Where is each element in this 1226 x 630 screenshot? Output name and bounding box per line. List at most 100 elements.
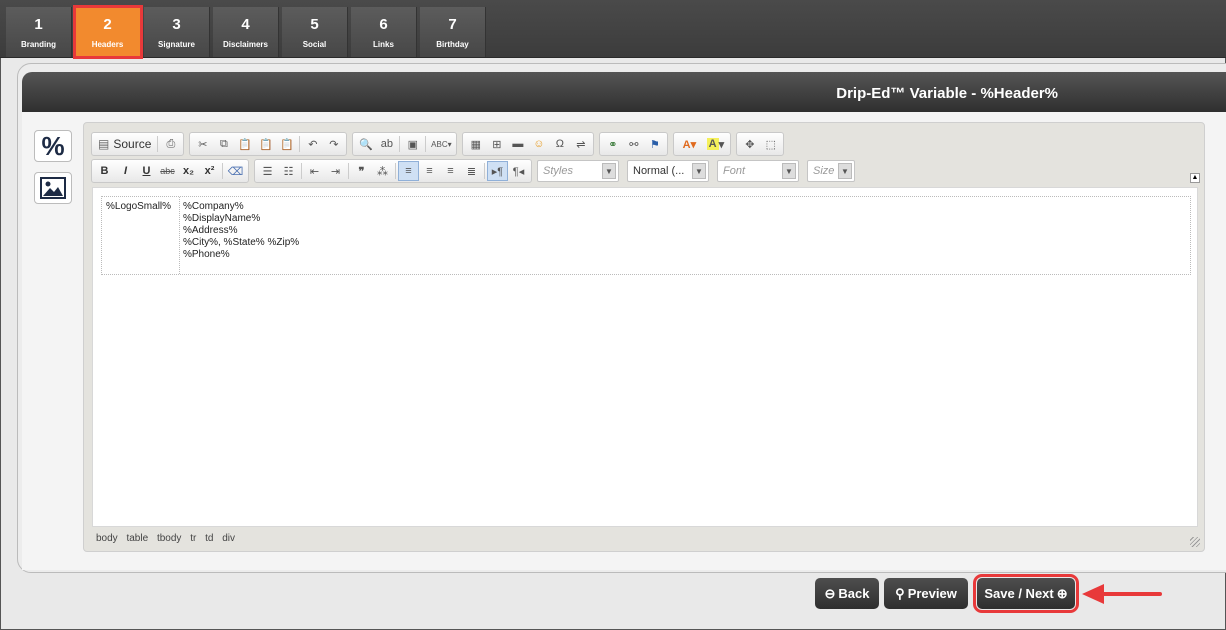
tab-disclaimers[interactable]: 4 Disclaimers (213, 7, 279, 57)
remove-format-icon[interactable]: ⌫ (225, 161, 246, 181)
format-dropdown[interactable]: Normal (... ▼ (627, 160, 709, 182)
path-item[interactable]: table (126, 533, 148, 544)
replace-icon[interactable]: ab (376, 134, 397, 154)
format-value: Normal (... (633, 165, 685, 177)
background-color-icon[interactable]: A ▾ (702, 134, 728, 154)
tab-number: 5 (310, 16, 319, 33)
size-dropdown[interactable]: Size ▼ (807, 160, 855, 182)
text-color-icon[interactable]: A▾ (676, 134, 702, 154)
tab-number: 3 (172, 16, 181, 33)
show-blocks-icon[interactable]: ⬚ (760, 134, 781, 154)
font-dropdown[interactable]: Font ▼ (717, 160, 799, 182)
align-center-icon[interactable]: ≡ (419, 161, 440, 181)
insert-image-button[interactable] (34, 172, 72, 204)
tab-birthday[interactable]: 7 Birthday (420, 7, 486, 57)
font-placeholder: Font (723, 165, 746, 177)
undo-icon[interactable]: ↶ (302, 134, 323, 154)
preview-label: Preview (907, 586, 957, 601)
find-icon[interactable]: 🔍 (355, 134, 376, 154)
annotation-arrow-icon (1082, 584, 1162, 604)
italic-icon[interactable]: I (115, 161, 136, 181)
paste-text-icon[interactable]: 📋 (255, 134, 276, 154)
special-char-icon[interactable]: Ω (549, 134, 570, 154)
maximize-icon[interactable]: ✥ (739, 134, 760, 154)
tab-label: Disclaimers (223, 40, 268, 49)
outdent-icon[interactable]: ⇤ (304, 161, 325, 181)
tab-social[interactable]: 5 Social (282, 7, 348, 57)
ltr-icon[interactable]: ▸¶ (487, 161, 508, 181)
info-line: %DisplayName% (183, 213, 261, 224)
preview-button[interactable]: ⚲ Preview (884, 578, 968, 609)
path-item[interactable]: tbody (157, 533, 181, 544)
path-item[interactable]: body (96, 533, 118, 544)
save-label: Save / Next (984, 586, 1054, 601)
tab-number: 2 (103, 16, 112, 33)
redo-icon[interactable]: ↷ (323, 134, 344, 154)
rtl-icon[interactable]: ¶◂ (508, 161, 529, 181)
back-label: Back (838, 586, 870, 601)
rich-text-editor: ▤ Source ⎙ ✂ ⧉ 📋 📋 📋 ↶ ↷ 🔍 ab ▣ ABC▾ ▦ ⊞… (83, 122, 1205, 552)
insert-variable-button[interactable]: % (34, 130, 72, 162)
tab-label: Social (302, 40, 327, 49)
align-left-icon[interactable]: ≡ (398, 161, 419, 181)
cut-icon[interactable]: ✂ (192, 134, 213, 154)
source-button[interactable]: ▤ Source (94, 134, 155, 154)
tab-number: 1 (34, 16, 43, 33)
tab-number: 6 (379, 16, 388, 33)
tab-label: Birthday (436, 40, 469, 49)
editor-content-area[interactable]: %LogoSmall% %Company% %DisplayName% %Add… (92, 187, 1198, 527)
logo-cell: %LogoSmall% (102, 197, 180, 274)
next-arrow-icon: ⊕ (1056, 585, 1068, 601)
horizontal-line-icon[interactable]: ▬ (507, 134, 528, 154)
tab-label: Links (373, 40, 394, 49)
tab-headers[interactable]: 2 Headers (73, 5, 143, 59)
size-placeholder: Size (813, 165, 835, 177)
bold-icon[interactable]: B (94, 161, 115, 181)
print-icon[interactable]: ⎙ (160, 134, 181, 154)
tab-signature[interactable]: 3 Signature (144, 7, 210, 57)
back-button[interactable]: ⊖ Back (815, 578, 879, 609)
save-next-button[interactable]: Save / Next ⊕ (973, 574, 1079, 613)
blockquote-icon[interactable]: ❞ (351, 161, 372, 181)
bulleted-list-icon[interactable]: ☷ (278, 161, 299, 181)
styles-dropdown[interactable]: Styles ▼ (537, 160, 619, 182)
spellcheck-icon[interactable]: ABC▾ (428, 134, 454, 154)
copy-icon[interactable]: ⧉ (213, 134, 234, 154)
info-cell: %Company% %DisplayName% %Address% %City%… (180, 197, 302, 274)
tab-label: Branding (20, 40, 57, 49)
chevron-down-icon: ▼ (782, 163, 796, 179)
header-template-table: %LogoSmall% %Company% %DisplayName% %Add… (101, 196, 1191, 275)
path-item[interactable]: div (222, 533, 235, 544)
align-right-icon[interactable]: ≡ (440, 161, 461, 181)
path-item[interactable]: tr (190, 533, 196, 544)
numbered-list-icon[interactable]: ☰ (257, 161, 278, 181)
tab-links[interactable]: 6 Links (351, 7, 417, 57)
toolbar-collapse-button[interactable]: ▲ (1190, 173, 1200, 183)
tab-label: Headers (91, 40, 124, 49)
unlink-icon[interactable]: ⚯ (623, 134, 644, 154)
image-insert-icon[interactable]: ▦ (465, 134, 486, 154)
indent-icon[interactable]: ⇥ (325, 161, 346, 181)
table-icon[interactable]: ⊞ (486, 134, 507, 154)
paste-icon[interactable]: 📋 (234, 134, 255, 154)
path-item[interactable]: td (205, 533, 213, 544)
anchor-flag-icon[interactable]: ⚑ (644, 134, 665, 154)
page-break-icon[interactable]: ⇌ (570, 134, 591, 154)
subscript-icon[interactable]: x₂ (178, 161, 199, 181)
smiley-icon[interactable]: ☺ (528, 134, 549, 154)
strikethrough-icon[interactable]: abc (157, 161, 178, 181)
superscript-icon[interactable]: x² (199, 161, 220, 181)
panel-header: Drip-Ed™ Variable - %Header% (22, 72, 1226, 112)
tab-branding[interactable]: 1 Branding (6, 7, 72, 57)
justify-icon[interactable]: ≣ (461, 161, 482, 181)
paste-word-icon[interactable]: 📋 (276, 134, 297, 154)
underline-icon[interactable]: U (136, 161, 157, 181)
info-line: %Phone% (183, 249, 230, 260)
div-container-icon[interactable]: ⁂ (372, 161, 393, 181)
select-all-icon[interactable]: ▣ (402, 134, 423, 154)
chevron-down-icon: ▼ (692, 163, 706, 179)
link-icon[interactable]: ⚭ (602, 134, 623, 154)
resize-handle[interactable] (1190, 537, 1200, 547)
search-icon: ⚲ (895, 585, 905, 601)
chevron-down-icon: ▼ (838, 163, 852, 179)
